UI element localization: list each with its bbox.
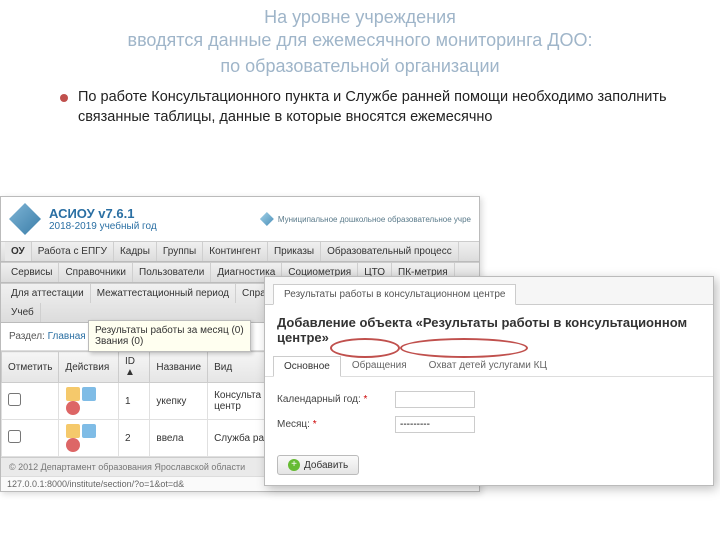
label-year: Календарный год: * [277,394,387,405]
org-label: Муниципальное дошкольное образовательное… [260,212,471,226]
col-header[interactable]: Название [150,352,208,383]
menu-item[interactable]: Контингент [203,242,268,261]
bullet-dot-icon [60,94,68,102]
col-header[interactable]: ID ▲ [119,352,150,383]
menu-item[interactable]: Для аттестации [5,284,91,303]
view-icon[interactable] [82,424,96,438]
crumb-label: Раздел: [9,331,45,342]
row-check[interactable] [8,430,21,443]
menu-item[interactable]: Работа с ЕПГУ [32,242,114,261]
menu-item[interactable]: Образовательный процесс [321,242,459,261]
menu-item[interactable]: Сервисы [5,263,59,282]
tab-results[interactable]: Результаты работы в консультационном цен… [273,284,516,305]
menu-item[interactable]: ОУ [5,242,32,261]
dialog-heading: Добавление объекта «Результаты работы в … [265,305,713,355]
product-name: АСИОУ v7.6.1 [49,206,157,221]
delete-icon[interactable] [66,401,80,415]
plus-icon: + [288,459,300,471]
col-header[interactable]: Отметить [2,352,59,383]
school-year: 2018-2019 учебный год [49,221,157,232]
menu-item[interactable]: Справочники [59,263,133,282]
dialog-add-object: Результаты работы в консультационном цен… [264,276,714,486]
menu-item[interactable]: Пользователи [133,263,211,282]
row-check[interactable] [8,393,21,406]
subtab-coverage[interactable]: Охват детей услугами КЦ [418,355,558,376]
subtab-requests[interactable]: Обращения [341,355,418,376]
label-month: Месяц: * [277,419,387,430]
subtab-main[interactable]: Основное [273,356,341,377]
slide-title-2: вводятся данные для ежемесячного монитор… [128,30,593,50]
menu-item[interactable]: Учеб [5,303,41,322]
org-mini-icon [260,212,274,226]
delete-icon[interactable] [66,438,80,452]
edit-icon[interactable] [66,424,80,438]
slide-title-3: по образовательной организации [0,55,720,84]
slide-title-1: На уровне учреждения [264,7,456,27]
input-year[interactable] [395,391,475,408]
add-button[interactable]: + Добавить [277,455,359,475]
input-month[interactable] [395,416,475,433]
menu-item[interactable]: Группы [157,242,203,261]
menu-item[interactable]: Приказы [268,242,321,261]
edit-icon[interactable] [66,387,80,401]
bullet-text: По работе Консультационного пункта и Слу… [78,88,680,127]
col-header[interactable]: Действия [59,352,119,383]
menu-item[interactable]: Межаттестационный период [91,284,236,303]
view-icon[interactable] [82,387,96,401]
row-tooltip: Результаты работы за месяц (0) Звания (0… [88,320,251,352]
logo-icon [9,203,41,235]
menu-item[interactable]: Кадры [114,242,157,261]
